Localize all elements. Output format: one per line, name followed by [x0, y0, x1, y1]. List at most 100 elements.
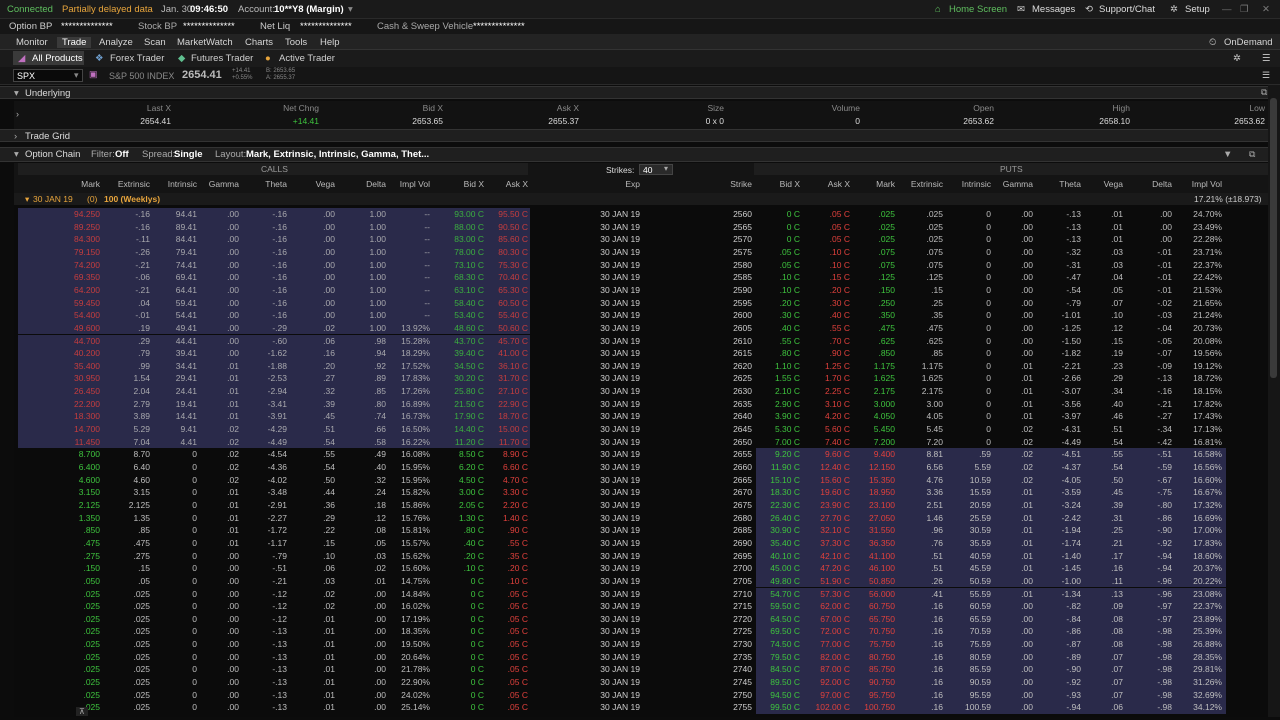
column-header-10[interactable]: Exp: [580, 179, 640, 189]
column-header-21[interactable]: Impl Vol: [1162, 179, 1222, 189]
table-row[interactable]: .025.025 0.00 -.13.01.00 24.02% 0 C .05 C 30 J…: [14, 688, 1268, 702]
ondemand-button[interactable]: OnDemand: [1224, 37, 1273, 48]
home-icon[interactable]: ⌂: [935, 4, 941, 15]
table-row[interactable]: 94.250 -.16 94.41.00 -.16.00 1.00 -- 93.00 C 95…: [14, 208, 1268, 221]
table-row[interactable]: 14.700 5.29 9.41.02 -4.29.51.66 16.50% 14.40 …: [14, 423, 1268, 436]
chain-menu-icon[interactable]: ▼: [1223, 149, 1232, 160]
table-row[interactable]: .025.025 0.00 -.13.01.00 25.14% 0 C .05 C 30 J…: [14, 701, 1268, 714]
table-row[interactable]: 18.300 3.89 14.41.01 -3.91.45.74 16.73% 17.90…: [14, 410, 1268, 424]
tab-futures-trader[interactable]: Futures Trader: [191, 53, 253, 64]
table-row[interactable]: 69.350 -.06 69.41.00 -.16.00 1.00 -- 68.30 C 70…: [14, 271, 1268, 284]
table-row[interactable]: 79.150 -.26 79.41.00 -.16.00 1.00 -- 78.00 C 80…: [14, 245, 1268, 259]
setup-button[interactable]: Setup: [1185, 4, 1210, 15]
table-row[interactable]: 22.200 2.79 19.41.01 -3.41.39.80 16.89% 21.50…: [14, 397, 1268, 411]
underlying-header-6[interactable]: Open: [854, 103, 994, 113]
envelope-icon[interactable]: ✉: [1017, 4, 1025, 15]
trade-grid-header[interactable]: › Trade Grid: [0, 129, 1268, 142]
table-row[interactable]: .275.275 0.00 -.79.10.03 15.62% .20 C .35 C 30…: [14, 549, 1268, 563]
chevron-down-icon[interactable]: ▾: [348, 4, 353, 15]
table-row[interactable]: .025.025 0.00 -.13.01.00 22.90% 0 C .05 C 30 J…: [14, 676, 1268, 689]
symbol-icon[interactable]: ▣: [89, 69, 98, 80]
table-row[interactable]: 1.350 1.35 0.01 -2.27.29.12 15.76% 1.30 C 1.40…: [14, 511, 1268, 525]
table-row[interactable]: 89.250 -.16 89.41.00 -.16.00 1.00 -- 88.00 C 90…: [14, 220, 1268, 234]
popout-icon[interactable]: ⧉: [1261, 87, 1267, 98]
table-row[interactable]: 26.450 2.04 24.41.01 -2.94.32.85 17.26% 25.80…: [14, 385, 1268, 398]
list-icon[interactable]: ☰: [1262, 70, 1270, 81]
tab-marketwatch[interactable]: MarketWatch: [177, 37, 233, 48]
filter-select[interactable]: Off: [115, 149, 129, 160]
collapse-icon[interactable]: ▾: [14, 149, 19, 160]
table-row[interactable]: 11.450 7.04 4.41.02 -4.49.54.58 16.22% 11.20 …: [14, 435, 1268, 449]
ondemand-icon[interactable]: ⏲: [1209, 37, 1216, 48]
collapse-icon[interactable]: ▾: [25, 194, 29, 205]
underlying-header-7[interactable]: High: [990, 103, 1130, 113]
expand-icon[interactable]: ›: [16, 109, 19, 119]
tab-scan[interactable]: Scan: [144, 37, 166, 48]
maximize-icon[interactable]: ❐: [1240, 4, 1249, 15]
table-row[interactable]: 4.600 4.60 0.02 -4.02.50.32 15.95% 4.50 C 4.70…: [14, 473, 1268, 487]
support-chat-button[interactable]: Support/Chat: [1099, 4, 1155, 15]
table-row[interactable]: .025.025 0.00 -.12.02.00 16.02% 0 C .05 C 30 J…: [14, 600, 1268, 613]
table-row[interactable]: .025.025 0.00 -.13.01.00 18.35% 0 C .05 C 30 J…: [14, 625, 1268, 639]
table-row[interactable]: 35.400.99 34.41.01 -1.88.20.92 17.52% 34.50 …: [14, 359, 1268, 373]
table-row[interactable]: .025.025 0.00 -.12.02.00 14.84% 0 C .05 C 30 J…: [14, 587, 1268, 601]
table-row[interactable]: .150.15 0.00 -.51.06.02 15.60% .10 C .20 C 30 …: [14, 562, 1268, 575]
table-row[interactable]: 64.200 -.21 64.41.00 -.16.00 1.00 -- 63.10 C 65…: [14, 283, 1268, 297]
table-row[interactable]: 49.600.19 49.41.00 -.29.02 1.00 13.92% 48.60 …: [14, 321, 1268, 335]
home-screen-button[interactable]: Home Screen: [949, 4, 1007, 15]
underlying-header-8[interactable]: Low: [1125, 103, 1265, 113]
table-row[interactable]: .475.475 0.01 -1.17.15.05 15.57% .40 C .55 C3…: [14, 536, 1268, 550]
expand-icon[interactable]: ›: [14, 131, 17, 142]
tab-help[interactable]: Help: [320, 37, 340, 48]
table-row[interactable]: .025.025 0.00 -.13.01.00 21.78% 0 C .05 C 30 J…: [14, 663, 1268, 677]
menu-icon[interactable]: ☰: [1262, 53, 1271, 64]
underlying-header-4[interactable]: Size: [584, 103, 724, 113]
table-row[interactable]: .025.025 0.00 -.12.01.00 17.19% 0 C .05 C 30 J…: [14, 612, 1268, 626]
table-row[interactable]: 2.125 2.125 0.01 -2.91.36.18 15.86% 2.05 C 2.2…: [14, 498, 1268, 512]
underlying-header[interactable]: ▾ Underlying: [0, 86, 1268, 99]
table-row[interactable]: 74.200 -.21 74.41.00 -.16.00 1.00 -- 73.10 C 75…: [14, 258, 1268, 272]
tab-analyze[interactable]: Analyze: [99, 37, 133, 48]
messages-button[interactable]: Messages: [1032, 4, 1075, 15]
support-icon[interactable]: ⟲: [1085, 4, 1093, 15]
table-row[interactable]: 54.400 -.01 54.41.00 -.16.00 1.00 -- 53.40 C 55…: [14, 309, 1268, 322]
tab-tools[interactable]: Tools: [285, 37, 307, 48]
tab-all-products[interactable]: All Products: [32, 53, 83, 64]
underlying-header-0[interactable]: Last X: [31, 103, 171, 113]
table-row[interactable]: 44.700.29 44.41.00 -.60.06.98 15.28% 43.70 C…: [14, 334, 1268, 348]
column-header-7[interactable]: Impl Vol: [370, 179, 430, 189]
column-header-9[interactable]: Ask X: [468, 179, 528, 189]
table-row[interactable]: 84.300 -.11 84.41.00 -.16.00 1.00 -- 83.00 C 85…: [14, 233, 1268, 246]
account-select[interactable]: 10**Y8 (Margin): [274, 4, 344, 15]
delayed-data-status[interactable]: Partially delayed data: [62, 4, 153, 15]
tab-monitor[interactable]: Monitor: [16, 37, 48, 48]
series-row[interactable]: ▾ 30 JAN 19 (0) 100 (Weeklys) 17.21% (±1…: [14, 193, 1268, 205]
chevron-down-icon[interactable]: ▾: [74, 70, 79, 81]
scrollbar-thumb[interactable]: [1270, 98, 1277, 378]
tab-trade[interactable]: Trade: [57, 37, 92, 48]
table-row[interactable]: 59.450.04 59.41.00 -.16.00 1.00 -- 58.40 C 60.…: [14, 296, 1268, 310]
table-row[interactable]: .850.85 0.01 -1.72.22.08 15.81% .80 C .90 C 30…: [14, 524, 1268, 537]
table-row[interactable]: .025.025 0.00 -.13.01.00 20.64% 0 C .05 C 30 J…: [14, 650, 1268, 664]
scroll-top-icon[interactable]: ⊼: [76, 707, 88, 716]
table-row[interactable]: .050.05 0.00 -.21.03.01 14.75% 0 C .10 C 30 JA…: [14, 574, 1268, 588]
tab-charts[interactable]: Charts: [245, 37, 273, 48]
collapse-icon[interactable]: ▾: [14, 88, 19, 99]
gear-icon[interactable]: ✲: [1170, 4, 1178, 15]
close-icon[interactable]: ✕: [1262, 4, 1270, 15]
table-row[interactable]: 6.400 6.40 0.02 -4.36.54.40 15.95% 6.20 C 6.60…: [14, 461, 1268, 474]
table-row[interactable]: .025.025 0.00 -.13.01.00 19.50% 0 C .05 C 30 J…: [14, 638, 1268, 651]
tab-forex-trader[interactable]: Forex Trader: [110, 53, 164, 64]
popout-icon[interactable]: ⧉: [1249, 149, 1255, 160]
underlying-header-5[interactable]: Volume: [720, 103, 860, 113]
layout-select[interactable]: Mark, Extrinsic, Intrinsic, Gamma, Thet.…: [246, 149, 429, 160]
table-row[interactable]: 40.200.79 39.41.00 -1.62.16.94 18.29% 39.40 …: [14, 347, 1268, 360]
underlying-header-1[interactable]: Net Chng: [179, 103, 319, 113]
minimize-icon[interactable]: —: [1222, 4, 1232, 15]
symbol-input[interactable]: SPX ▾: [13, 69, 83, 82]
settings-gear-icon[interactable]: ✲: [1233, 53, 1241, 64]
table-row[interactable]: 8.700 8.70 0.02 -4.54.55.49 16.08% 8.50 C 8.90…: [14, 448, 1268, 461]
table-row[interactable]: 30.950 1.54 29.41.01 -2.53.27.89 17.83% 30.20…: [14, 372, 1268, 386]
strikes-select[interactable]: 40 ▾: [639, 164, 673, 175]
table-row[interactable]: 3.150 3.15 0.01 -3.48.44.24 15.82% 3.00 C 3.30…: [14, 486, 1268, 499]
